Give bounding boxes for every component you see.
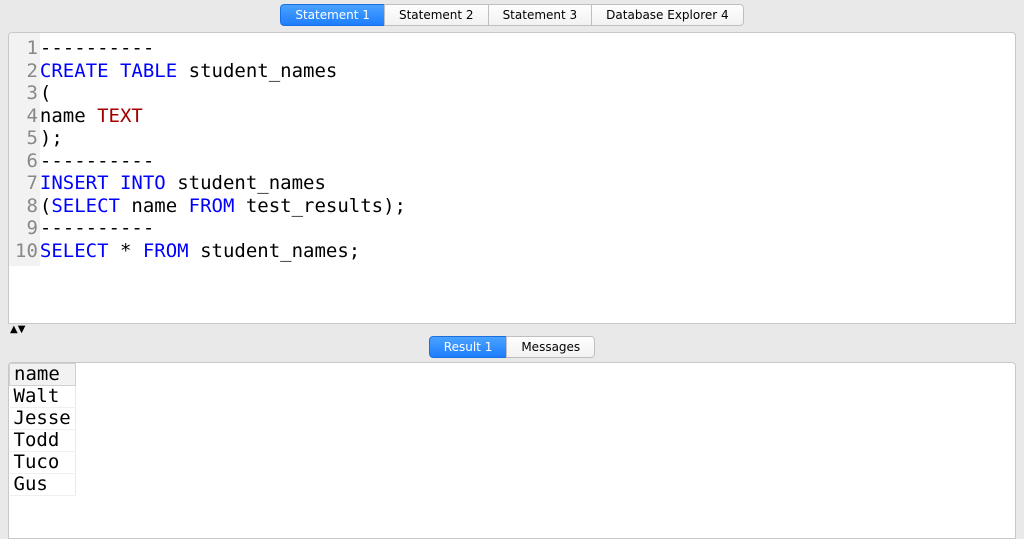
code-token: name [120,195,189,217]
result-tab[interactable]: Messages [506,336,595,358]
table-cell[interactable]: Tuco [10,452,76,474]
line-number: 8 [15,195,38,218]
code-token: CREATE [40,60,109,82]
table-row[interactable]: Walt [10,386,76,408]
code-line[interactable]: (SELECT name FROM test_results); [40,195,406,218]
code-line[interactable]: name TEXT [40,105,406,128]
code-token: FROM [143,240,189,262]
statement-tabbar: Statement 1 Statement 2 Statement 3 Databas… [0,0,1024,32]
code-line[interactable]: ); [40,127,406,150]
line-number: 9 [15,217,38,240]
code-line[interactable]: INSERT INTO student_names [40,172,406,195]
sql-editor-panel: 12345678910 ----------CREATE TABLE stude… [8,32,1016,324]
line-number: 10 [15,240,38,263]
table-row[interactable]: Jesse [10,408,76,430]
statement-tab[interactable]: Statement 1 [280,4,384,26]
sql-editor[interactable]: 12345678910 ----------CREATE TABLE stude… [9,33,1015,266]
tab-label: Statement 2 [399,5,474,25]
line-number: 6 [15,150,38,173]
statement-tab[interactable]: Database Explorer 4 [591,4,743,26]
result-tabs: Result 1 Messages [429,336,595,358]
code-token: ( [40,195,51,217]
code-line[interactable]: ---------- [40,150,406,173]
table-cell[interactable]: Gus [10,474,76,496]
code-token: student_names; [189,240,361,262]
statement-tab[interactable]: Statement 3 [488,4,592,26]
code-token: ( [40,82,51,104]
tab-label: Result 1 [444,337,493,357]
column-header[interactable]: name [10,364,76,386]
code-token: INSERT [40,172,109,194]
code-token: test_results); [234,195,406,217]
code-token: INTO [120,172,166,194]
code-token: student_names [166,172,326,194]
tab-label: Messages [521,337,580,357]
code-token: student_names [177,60,337,82]
result-panel: nameWaltJesseToddTucoGus [8,362,1016,539]
line-number: 5 [15,127,38,150]
sql-client-window: Statement 1 Statement 2 Statement 3 Databas… [0,0,1024,539]
editor-gutter: 12345678910 [9,33,40,266]
result-tab[interactable]: Result 1 [429,336,507,358]
code-line[interactable]: CREATE TABLE student_names [40,60,406,83]
result-table[interactable]: nameWaltJesseToddTucoGus [9,363,76,496]
line-number: 3 [15,82,38,105]
line-number: 2 [15,60,38,83]
editor-code[interactable]: ----------CREATE TABLE student_names(nam… [40,33,406,266]
splitter-icon: ▲▼ [10,324,25,335]
result-tabbar: Result 1 Messages [0,334,1024,362]
tab-label: Statement 1 [295,5,370,25]
code-token: SELECT [51,195,120,217]
line-number: 4 [15,105,38,128]
line-number: 7 [15,172,38,195]
code-token: SELECT [40,240,109,262]
code-line[interactable]: ( [40,82,406,105]
table-header-row: name [10,364,76,386]
table-cell[interactable]: Walt [10,386,76,408]
code-line[interactable]: ---------- [40,217,406,240]
table-row[interactable]: Todd [10,430,76,452]
code-token: name [40,105,97,127]
code-token: ---------- [40,150,154,172]
table-cell[interactable]: Todd [10,430,76,452]
code-token: ); [40,127,63,149]
code-line[interactable]: ---------- [40,37,406,60]
code-line[interactable]: SELECT * FROM student_names; [40,240,406,263]
table-row[interactable]: Gus [10,474,76,496]
code-token [109,60,120,82]
line-number: 1 [15,37,38,60]
splitter-handle[interactable]: ▲▼ [8,324,1016,334]
code-token: * [109,240,143,262]
statement-tab[interactable]: Statement 2 [384,4,488,26]
code-token: ---------- [40,217,154,239]
code-token [109,172,120,194]
code-token: FROM [189,195,235,217]
table-row[interactable]: Tuco [10,452,76,474]
statement-tabs: Statement 1 Statement 2 Statement 3 Databas… [280,4,743,26]
code-token: TEXT [97,105,143,127]
code-token: TABLE [120,60,177,82]
code-token: ---------- [40,37,154,59]
table-cell[interactable]: Jesse [10,408,76,430]
tab-label: Statement 3 [503,5,578,25]
tab-label: Database Explorer 4 [606,5,728,25]
